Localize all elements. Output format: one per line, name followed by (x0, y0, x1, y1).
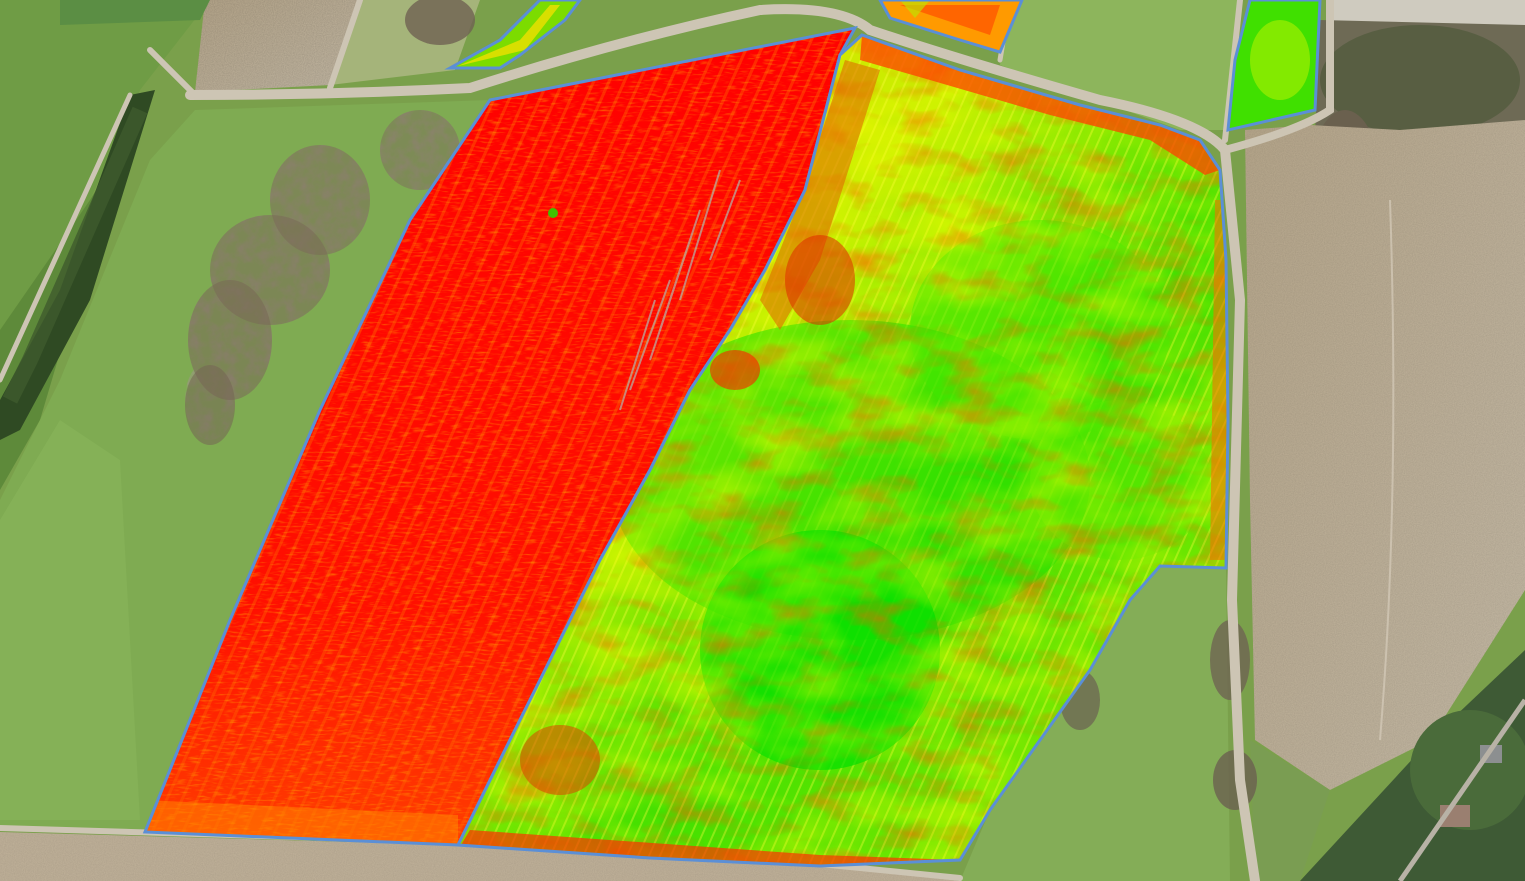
aerial-map[interactable] (0, 0, 1525, 881)
map-viewport[interactable] (0, 0, 1525, 881)
